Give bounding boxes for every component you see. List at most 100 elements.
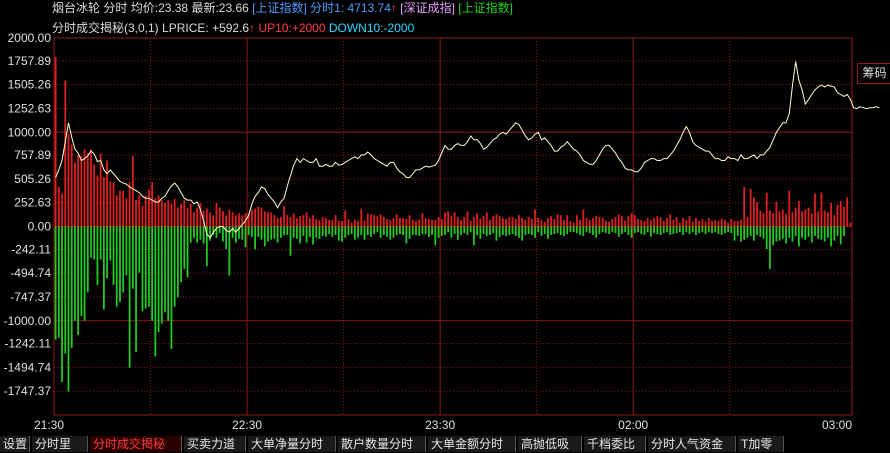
up-bar [167, 200, 170, 227]
up-bar [318, 219, 321, 227]
tab-6[interactable]: 大单金额分时 [428, 436, 516, 452]
up-bar [405, 218, 408, 227]
up-bar [559, 215, 562, 227]
up-bar [608, 221, 610, 227]
down-bar [399, 226, 401, 235]
up-bar [254, 208, 256, 227]
tab-4[interactable]: 大单净量分时 [248, 436, 336, 452]
up-bar [173, 199, 176, 227]
up-bar [733, 220, 736, 227]
up-bar [701, 218, 704, 227]
down-bar [157, 226, 160, 333]
up-bar [102, 177, 105, 227]
up-bar [537, 218, 540, 227]
down-bar [740, 226, 742, 242]
down-bar [556, 226, 559, 234]
up-bar [415, 220, 417, 227]
up-bar [553, 218, 556, 227]
up-bar [90, 149, 92, 227]
tab-9[interactable]: 分时人气资金 [648, 436, 736, 452]
down-bar [614, 226, 617, 234]
tab-3[interactable]: 买卖力道 [184, 436, 246, 452]
down-bar [283, 226, 285, 235]
up-bar [353, 219, 356, 227]
tab-5[interactable]: 散户数量分时 [338, 436, 426, 452]
tab-0[interactable]: 设置 [0, 436, 30, 452]
up-bar [582, 209, 585, 227]
up-bar [196, 207, 199, 227]
tab-1[interactable]: 分时里 [32, 436, 88, 452]
up-bar [96, 175, 99, 227]
down-bar [109, 226, 112, 261]
up-bar [643, 220, 646, 227]
up-bar [653, 218, 655, 227]
down-bar [482, 226, 485, 235]
down-bar [601, 226, 604, 233]
up-bar [225, 215, 228, 227]
down-bar [122, 226, 125, 293]
down-bar [292, 226, 295, 238]
down-bar [775, 226, 778, 242]
down-bar [350, 226, 353, 235]
up-bar [328, 219, 331, 227]
down-bar [695, 226, 697, 235]
down-bar [257, 226, 260, 237]
up-bar [492, 216, 495, 227]
up-bar [321, 217, 324, 227]
up-bar [176, 207, 179, 227]
tab-2[interactable]: 分时成交揭秘 [90, 436, 182, 452]
tab-7[interactable]: 高抛低吸 [518, 436, 582, 452]
up-bar [662, 220, 665, 227]
up-bar [209, 212, 211, 227]
up-bar [511, 217, 514, 227]
down-bar [469, 226, 472, 233]
y-tick-label: -494.74 [10, 266, 51, 280]
down-bar [521, 226, 524, 241]
down-bar [308, 226, 311, 237]
up-bar [527, 217, 530, 227]
down-bar [547, 226, 549, 239]
down-bar [148, 226, 150, 307]
up-bar [431, 219, 433, 227]
tab-8[interactable]: 千档委比 [584, 436, 646, 452]
down-bar [54, 226, 57, 340]
down-bar [251, 226, 253, 237]
up-bar [370, 214, 372, 227]
x-tick-label: 21:30 [34, 418, 64, 432]
up-bar [444, 212, 446, 227]
down-bar [752, 226, 755, 241]
chart-plot[interactable]: 2000.00 1757.89 1505.26 1252.63 1000.00 757.8… [0, 0, 890, 435]
up-bar [820, 192, 823, 227]
y-tick-label: 1757.89 [8, 54, 52, 68]
up-bar [251, 209, 253, 227]
down-bar [592, 226, 594, 235]
up-bar [775, 201, 778, 227]
up-bar [540, 219, 543, 227]
down-bar [637, 226, 639, 233]
up-bar [418, 219, 421, 227]
down-bar [633, 226, 636, 234]
down-bar [514, 226, 517, 236]
down-bar [276, 226, 279, 243]
up-bar [485, 212, 488, 227]
down-bar [151, 226, 154, 321]
down-bar [431, 226, 433, 235]
tab-10[interactable]: T加零 [738, 436, 784, 452]
up-bar [498, 216, 501, 227]
chip-side-tab[interactable]: 筹码 [857, 63, 890, 84]
up-bar [119, 190, 121, 227]
y-tick-label: 2000.00 [8, 31, 52, 45]
up-bar [86, 152, 89, 227]
up-bar [781, 209, 784, 227]
up-bar [482, 216, 485, 227]
up-bar [469, 220, 472, 227]
down-bar [444, 226, 446, 235]
up-bar [122, 190, 125, 227]
up-bar [611, 218, 614, 227]
up-bar [157, 195, 160, 227]
up-bar [479, 218, 482, 227]
down-bar [550, 226, 553, 235]
up-bar [434, 219, 437, 227]
down-bar [460, 226, 462, 235]
down-bar [418, 226, 421, 236]
